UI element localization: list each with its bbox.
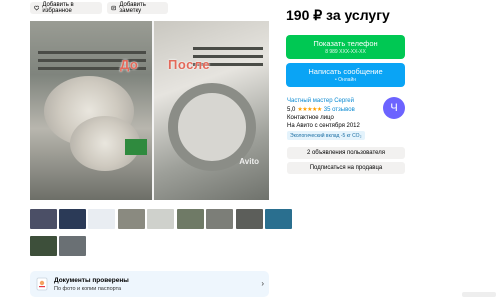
reviews-link[interactable]: 35 отзывов (324, 107, 355, 113)
seller-rating: 5,0 ★★★★★ 35 отзывов (287, 106, 355, 114)
add-to-favorites-button[interactable]: Добавить в избранное (30, 2, 102, 14)
thumbnail[interactable] (118, 209, 145, 229)
member-since: На Авито с сентября 2012 (287, 123, 360, 129)
write-message-button[interactable]: Написать сообщение • Онлайн (286, 63, 405, 87)
before-photo (30, 21, 153, 200)
listing-page: Добавить в избранное Добавить заметку До… (0, 0, 500, 299)
eco-badge[interactable]: Экологический вклад -5 кг CO₂ (287, 131, 365, 140)
price: 190 ₽ за услугу (286, 7, 390, 23)
chevron-right-icon: › (261, 279, 264, 288)
footer-bar (462, 292, 496, 297)
thumbnail[interactable] (206, 209, 233, 229)
after-photo (153, 21, 269, 200)
show-phone-button[interactable]: Показать телефон 8 989 XXX-XX-XX (286, 35, 405, 59)
main-photo[interactable]: До После Avito (30, 21, 269, 200)
online-status: • Онлайн (334, 77, 357, 83)
write-message-label: Написать сообщение (308, 67, 383, 76)
watermark: Avito (239, 157, 259, 166)
photo-divider (152, 21, 154, 200)
thumbnail[interactable] (236, 209, 263, 229)
subscribe-seller-button[interactable]: Подписаться на продавца (287, 162, 405, 174)
note-label: Добавить заметку (119, 2, 146, 14)
thumbnail[interactable] (147, 209, 174, 229)
heart-icon (34, 5, 40, 11)
rating-stars-icon: ★★★★★ (297, 107, 322, 113)
before-label: До (120, 57, 139, 72)
contact-type: Контактное лицо (287, 115, 334, 121)
thumbnail[interactable] (265, 209, 292, 229)
thumbnail[interactable] (59, 209, 86, 229)
phone-preview: 8 989 XXX-XX-XX (325, 49, 366, 55)
add-note-button[interactable]: Добавить заметку (107, 2, 168, 14)
thumbnail[interactable] (30, 236, 57, 256)
verify-title: Документы проверены (54, 277, 129, 284)
seller-avatar[interactable]: Ч (383, 97, 405, 119)
thumbnail[interactable] (88, 209, 115, 229)
document-check-icon (36, 277, 48, 291)
seller-name-link[interactable]: Частный мастер Сергей (287, 98, 354, 104)
seller-ads-button[interactable]: 2 объявления пользователя (287, 147, 405, 159)
thumbnail[interactable] (30, 209, 57, 229)
note-icon (111, 5, 116, 11)
favorite-label: Добавить в избранное (42, 2, 74, 14)
thumbnail[interactable] (59, 236, 86, 256)
thumbnail[interactable] (177, 209, 204, 229)
rating-value: 5,0 (287, 106, 296, 113)
verify-subtitle: По фото и копии паспорта (54, 286, 122, 292)
show-phone-label: Показать телефон (313, 39, 378, 48)
documents-verified-banner[interactable]: Документы проверены По фото и копии пасп… (30, 271, 269, 297)
after-label: После (168, 57, 211, 72)
